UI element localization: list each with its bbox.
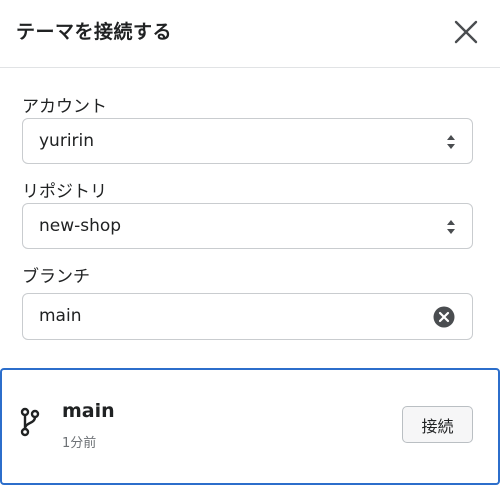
git-branch-icon [20, 407, 40, 437]
branch-label: ブランチ [22, 267, 90, 287]
select-arrows-icon [447, 135, 455, 149]
close-icon [454, 20, 478, 44]
branch-search-input[interactable]: main [22, 293, 473, 340]
clear-icon [433, 306, 455, 328]
repository-select[interactable]: new-shop [22, 203, 473, 249]
branch-updated-time: 1分前 [62, 436, 97, 451]
account-select-value: yuririn [39, 131, 95, 151]
account-select[interactable]: yuririn [22, 118, 473, 164]
connect-button[interactable]: 接続 [402, 406, 473, 443]
close-button[interactable] [450, 16, 482, 48]
clear-input-button[interactable] [433, 306, 455, 328]
branch-input-value: main [39, 306, 82, 326]
repository-select-value: new-shop [39, 216, 122, 236]
branch-name: main [62, 400, 115, 422]
select-arrows-icon [447, 220, 455, 234]
account-label: アカウント [22, 97, 107, 117]
dialog-header: テーマを接続する [0, 0, 500, 68]
dialog-title: テーマを接続する [16, 21, 173, 43]
repository-label: リポジトリ [22, 182, 107, 202]
